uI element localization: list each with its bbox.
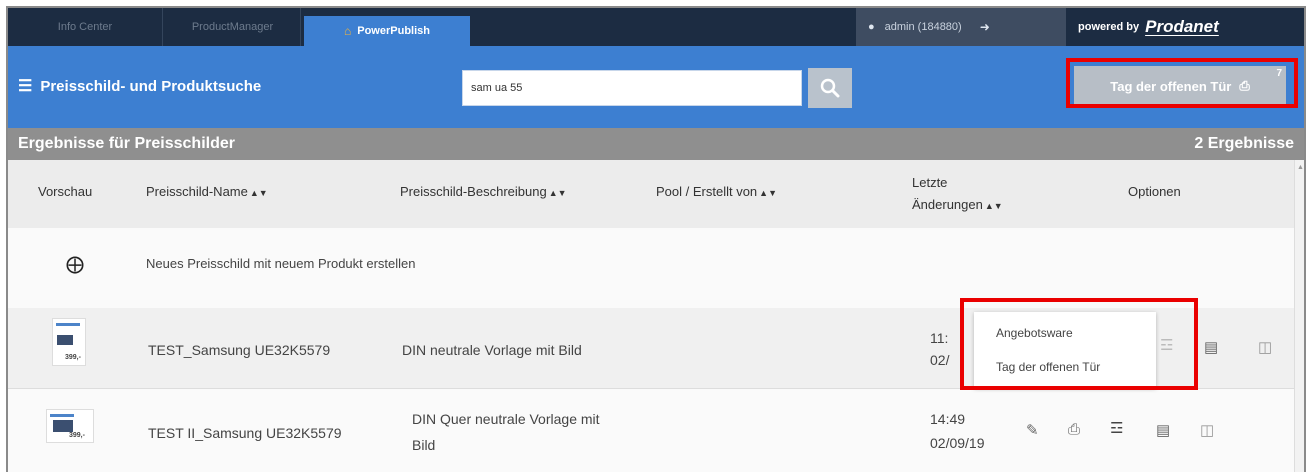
table-header: Vorschau Preisschild-Name ▲▼ Preisschild-… — [8, 160, 1304, 228]
user-icon: ● — [868, 21, 875, 33]
results-title: Ergebnisse für Preisschilder — [18, 135, 235, 152]
table-row-new[interactable]: ⨁ Neues Preisschild mit neuem Produkt er… — [8, 228, 1304, 308]
user-area: ● admin (184880) ➜ — [856, 8, 1066, 46]
thumb-price: 399,- — [69, 432, 85, 439]
highlight-box-tag-button — [1066, 58, 1298, 108]
file-export-icon[interactable]: ▤ — [1156, 421, 1170, 439]
file-export-icon[interactable]: ▤ — [1204, 338, 1218, 356]
sort-icon: ▲▼ — [548, 188, 567, 198]
column-description-label: Preisschild-Beschreibung — [400, 184, 547, 199]
preview-thumbnail[interactable]: 399,- — [46, 409, 94, 443]
logout-icon[interactable]: ➜ — [980, 20, 990, 34]
new-pricetag-label[interactable]: Neues Preisschild mit neuem Produkt erst… — [146, 256, 416, 271]
column-name-label: Preisschild-Name — [146, 184, 248, 199]
thumb-image — [57, 335, 73, 345]
pricetag-description-line1: DIN Quer neutrale Vorlage mit — [412, 411, 600, 427]
sort-icon: ▲▼ — [984, 201, 1003, 211]
tab-product-manager[interactable]: ProductManager — [165, 8, 301, 46]
thumb-brand-bar — [56, 323, 80, 326]
search-icon — [820, 78, 840, 98]
sort-icon: ▲▼ — [759, 188, 777, 198]
column-options: Optionen — [1128, 184, 1181, 199]
results-count: 2 Ergebnisse — [1194, 135, 1294, 152]
batch-print-icon[interactable]: ☲ — [1110, 419, 1123, 437]
brand-logo: Prodanet — [1145, 17, 1219, 36]
search-button[interactable] — [808, 68, 852, 108]
sort-icon: ▲▼ — [249, 188, 268, 198]
preview-thumbnail[interactable]: 399,- — [52, 318, 86, 366]
column-description[interactable]: Preisschild-Beschreibung ▲▼ — [400, 184, 567, 199]
pricetag-description: DIN neutrale Vorlage mit Bild — [402, 342, 582, 358]
column-preview: Vorschau — [38, 184, 93, 199]
last-changed-time: 14:49 — [930, 411, 966, 427]
highlight-box-dropdown — [960, 298, 1198, 390]
pricetag-name: TEST_Samsung UE32K5579 — [148, 342, 331, 358]
edit-icon[interactable]: ✎ — [1026, 421, 1039, 439]
search-input[interactable]: sam ua 55 — [462, 70, 802, 106]
column-pool[interactable]: Pool / Erstellt von ▲▼ — [656, 184, 777, 199]
pricetag-name: TEST II_Samsung UE32K5579 — [148, 425, 342, 441]
home-icon: ⌂ — [344, 24, 352, 38]
pricetag-description-line2: Bild — [412, 437, 436, 453]
thumb-price: 399,- — [65, 354, 81, 361]
last-changed-date: 02/ — [930, 352, 950, 368]
menu-icon[interactable]: ☰ — [18, 76, 32, 96]
table-scrollbar[interactable]: ▲ — [1294, 160, 1304, 472]
print-icon[interactable]: ⎙ — [1068, 421, 1080, 438]
top-bar: Info Center ProductManager ⌂ PowerPublis… — [8, 8, 1304, 46]
scroll-up-icon[interactable]: ▲ — [1297, 164, 1304, 171]
plus-circle-icon[interactable]: ⨁ — [66, 254, 84, 275]
last-changed-date: 02/09/19 — [930, 435, 985, 451]
tab-power-publish-label: PowerPublish — [357, 25, 430, 37]
results-bar: Ergebnisse für Preisschilder 2 Ergebniss… — [8, 128, 1304, 160]
column-name[interactable]: Preisschild-Name ▲▼ — [146, 184, 268, 199]
tab-power-publish[interactable]: ⌂ PowerPublish — [304, 16, 470, 46]
powered-by-prefix: powered by — [1078, 21, 1140, 33]
last-changed-time: 11: — [930, 330, 949, 346]
thumb-brand-bar — [50, 414, 74, 417]
page-title: ☰ Preisschild- und Produktsuche — [18, 76, 261, 96]
column-last-changed[interactable]: Letzte Änderungen ▲▼ — [912, 172, 1003, 217]
powered-by: powered by Prodanet — [1066, 8, 1304, 46]
page-title-label: Preisschild- und Produktsuche — [40, 77, 262, 95]
trash-icon[interactable]: ◫ — [1258, 338, 1272, 356]
table-row[interactable]: 399,- TEST II_Samsung UE32K5579 DIN Quer… — [8, 388, 1304, 472]
column-last-changed-line2: Änderungen — [912, 197, 983, 212]
thumb-image — [53, 420, 73, 432]
tab-info-center[interactable]: Info Center — [8, 8, 163, 46]
user-label[interactable]: admin (184880) — [885, 21, 962, 33]
column-last-changed-line1: Letzte — [912, 175, 948, 190]
column-pool-label: Pool / Erstellt von — [656, 184, 758, 199]
trash-icon[interactable]: ◫ — [1200, 421, 1214, 439]
